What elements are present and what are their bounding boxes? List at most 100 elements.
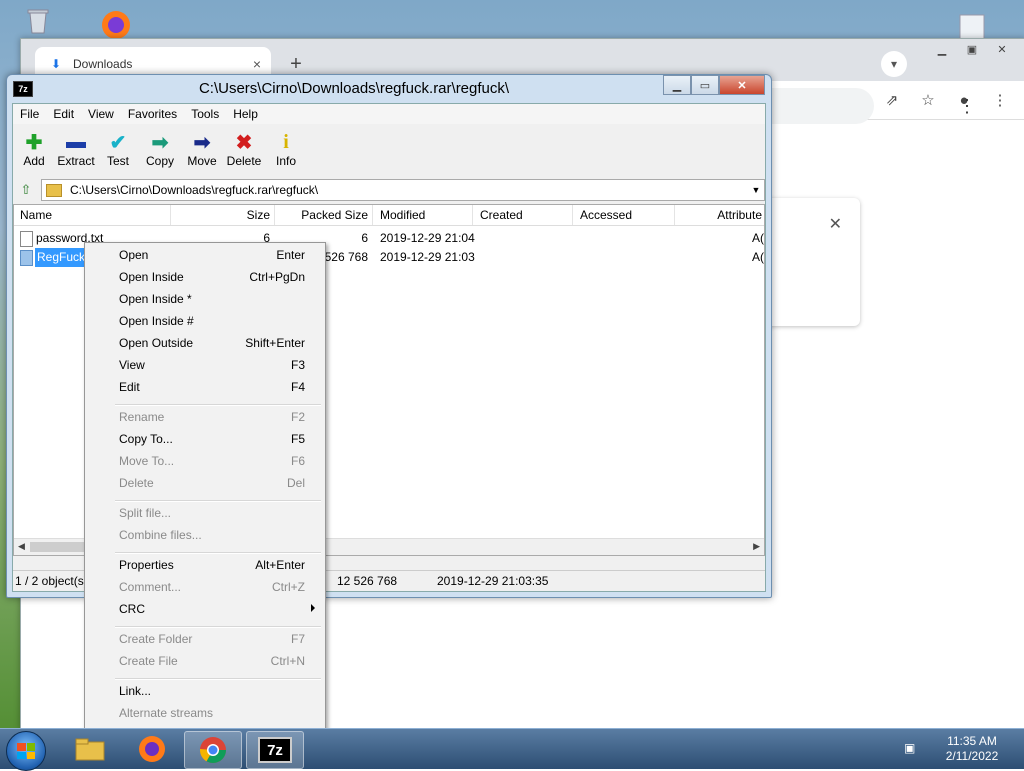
download-icon: ⬇ xyxy=(50,57,62,71)
menu-item-create-folder[interactable]: Create Folder F7 xyxy=(85,629,325,651)
bookmark-star-icon[interactable]: ☆ xyxy=(917,89,939,111)
menu-separator xyxy=(115,500,321,502)
start-button[interactable] xyxy=(6,731,46,771)
menu-item-split-file[interactable]: Split file... xyxy=(85,503,325,525)
move-button[interactable]: ➡ Move xyxy=(181,126,223,174)
menu-separator xyxy=(115,552,321,554)
chrome-menu-icon[interactable]: ⋮ xyxy=(989,89,1011,111)
test-button[interactable]: ✔ Test xyxy=(97,126,139,174)
delete-label: Delete xyxy=(226,154,262,168)
close-button[interactable]: ✕ xyxy=(719,75,765,95)
address-field[interactable]: C:\Users\Cirno\Downloads\regfuck.rar\reg… xyxy=(41,179,765,201)
menu-item-open-inside[interactable]: Open Inside Ctrl+PgDn xyxy=(85,267,325,289)
menu-separator xyxy=(115,678,321,680)
file-list-header: Name Size Packed Size Modified Created A… xyxy=(14,205,764,226)
menu-tools[interactable]: Tools xyxy=(184,107,226,121)
file-attributes: A( xyxy=(752,231,764,245)
maximize-button[interactable]: ▣ xyxy=(959,41,985,57)
extract-button[interactable]: ▬ Extract xyxy=(55,126,97,174)
menu-edit[interactable]: Edit xyxy=(46,107,81,121)
minimize-button[interactable]: ▁ xyxy=(663,75,691,95)
extract-label: Extract xyxy=(57,154,95,168)
scroll-right-icon[interactable]: ▶ xyxy=(753,541,760,552)
menu-item-open-inside-hash[interactable]: Open Inside # xyxy=(85,311,325,333)
menu-item-open-inside-star[interactable]: Open Inside * xyxy=(85,289,325,311)
status-object-count: 1 / 2 object(s) xyxy=(15,574,88,588)
file-attributes: A( xyxy=(752,250,764,264)
menu-item-open-outside[interactable]: Open Outside Shift+Enter xyxy=(85,333,325,355)
share-icon[interactable]: ⇗ xyxy=(881,89,903,111)
chevron-down-icon[interactable]: ▼ xyxy=(748,185,764,195)
chrome-tab-title: Downloads xyxy=(73,57,133,71)
column-name[interactable]: Name xyxy=(14,205,171,225)
maximize-button[interactable]: ▭ xyxy=(691,75,719,95)
move-label: Move xyxy=(187,154,217,168)
scrollbar-thumb[interactable] xyxy=(30,542,90,552)
menu-item-open[interactable]: Open Enter xyxy=(85,245,325,267)
info-icon: i xyxy=(283,130,289,153)
tab-search-icon[interactable]: ▾ xyxy=(881,51,907,77)
menu-file[interactable]: File xyxy=(13,107,46,121)
menu-item-link[interactable]: Link... xyxy=(85,681,325,703)
taskbar-chrome[interactable] xyxy=(184,731,242,769)
info-button[interactable]: i Info xyxy=(265,126,307,174)
test-label: Test xyxy=(106,154,129,168)
plus-icon: ✚ xyxy=(25,131,43,154)
delete-button[interactable]: ✖ Delete xyxy=(223,126,265,174)
network-icon[interactable]: ▣ xyxy=(904,741,920,755)
column-attributes[interactable]: Attribute xyxy=(674,205,762,225)
column-packed-size[interactable]: Packed Size xyxy=(274,205,373,225)
menu-item-copy-to[interactable]: Copy To... F5 xyxy=(85,429,325,451)
menu-item-crc[interactable]: CRC xyxy=(85,599,325,621)
close-tab-icon[interactable]: × xyxy=(253,56,261,72)
text-file-icon xyxy=(20,231,33,247)
menu-item-move-to[interactable]: Move To... F6 xyxy=(85,451,325,473)
remove-download-icon[interactable]: ✕ xyxy=(829,214,842,234)
menu-item-rename[interactable]: Rename F2 xyxy=(85,407,325,429)
menu-item-comment[interactable]: Comment... Ctrl+Z xyxy=(85,577,325,599)
recycle-bin-icon[interactable] xyxy=(20,4,56,36)
toolbar: ✚ Add ▬ Extract ✔ Test ➡ Copy ➡ Move ✖ D… xyxy=(13,126,765,174)
menu-item-edit[interactable]: Edit F4 xyxy=(85,377,325,399)
status-modified: 2019-12-29 21:03:35 xyxy=(437,574,549,588)
clock-date: 2/11/2022 xyxy=(945,749,999,763)
minimize-button[interactable]: ▁ xyxy=(929,41,955,57)
menu-item-combine-files[interactable]: Combine files... xyxy=(85,525,325,547)
column-accessed[interactable]: Accessed xyxy=(576,205,675,225)
menu-view[interactable]: View xyxy=(81,107,121,121)
menu-item-view[interactable]: View F3 xyxy=(85,355,325,377)
menu-item-delete[interactable]: Delete Del xyxy=(85,473,325,495)
column-size[interactable]: Size xyxy=(170,205,275,225)
file-modified: 2019-12-29 21:03 xyxy=(380,250,475,264)
info-label: Info xyxy=(275,154,296,168)
taskbar-firefox[interactable] xyxy=(124,731,180,767)
scroll-left-icon[interactable]: ◀ xyxy=(18,541,25,552)
folder-icon xyxy=(75,738,105,761)
system-tray: ▣ 11:35 AM 2/11/2022 xyxy=(904,729,1024,769)
menu-favorites[interactable]: Favorites xyxy=(121,107,184,121)
windows-logo-icon xyxy=(17,743,35,759)
test-icon: ✔ xyxy=(109,131,127,154)
menu-help[interactable]: Help xyxy=(226,107,265,121)
add-label: Add xyxy=(23,154,45,168)
clock[interactable]: 11:35 AM 2/11/2022 xyxy=(930,734,1014,764)
column-modified[interactable]: Modified xyxy=(376,205,473,225)
taskbar-7zip[interactable]: 7z xyxy=(246,731,304,769)
column-created[interactable]: Created xyxy=(476,205,573,225)
taskbar-file-explorer[interactable] xyxy=(62,731,118,767)
7zip-title-bar[interactable]: 7z C:\Users\Cirno\Downloads\regfuck.rar\… xyxy=(7,75,771,101)
copy-arrow-icon: ➡ xyxy=(151,131,169,154)
firefox-desktop-icon[interactable] xyxy=(94,6,138,42)
clock-time: 11:35 AM xyxy=(947,734,997,748)
menu-item-create-file[interactable]: Create File Ctrl+N xyxy=(85,651,325,673)
close-button[interactable]: ✕ xyxy=(989,41,1015,57)
folder-up-icon[interactable]: ⇧ xyxy=(17,181,35,199)
chrome-toolbar-icons: ⇗ ☆ ● ⋮ xyxy=(881,89,1011,111)
folder-icon xyxy=(46,183,62,197)
add-button[interactable]: ✚ Add xyxy=(13,126,55,174)
menu-item-alternate-streams[interactable]: Alternate streams xyxy=(85,703,325,725)
menu-item-properties[interactable]: Properties Alt+Enter xyxy=(85,555,325,577)
copy-button[interactable]: ➡ Copy xyxy=(139,126,181,174)
file-modified: 2019-12-29 21:04 xyxy=(380,231,475,245)
downloads-more-icon[interactable]: ⋮ xyxy=(958,96,976,117)
